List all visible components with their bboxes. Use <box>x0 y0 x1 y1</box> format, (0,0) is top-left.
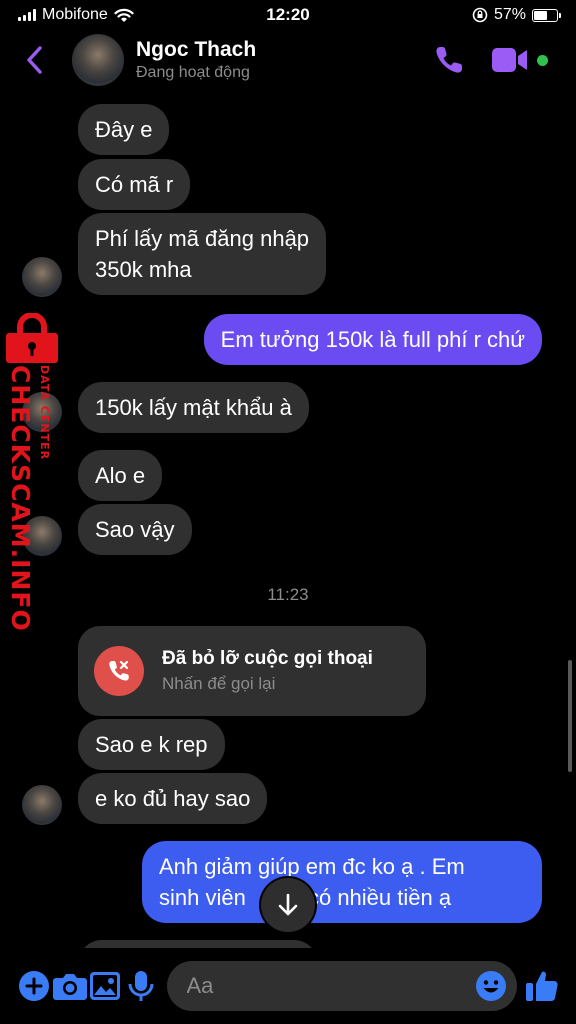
chevron-left-icon <box>27 46 42 74</box>
message-input-container[interactable] <box>166 961 517 1011</box>
message-incoming[interactable]: 150k lấy mật khẩu à <box>78 382 309 433</box>
image-icon <box>90 972 121 1000</box>
watermark: CHECKSCAM.INFO DATA CENTER <box>2 313 62 632</box>
message-line: Anh giảm giúp em đc ko ạ . Em <box>159 854 465 879</box>
message-incoming[interactable]: Sao e k rep <box>78 719 225 770</box>
header-actions <box>433 44 548 76</box>
message-outgoing[interactable]: Em tưởng 150k là full phí r chứ <box>203 314 542 365</box>
emoji-icon[interactable] <box>475 970 507 1002</box>
video-call-icon[interactable] <box>491 47 529 73</box>
composer <box>0 948 576 1024</box>
message-incoming[interactable]: Đây e <box>78 104 170 155</box>
message-fragment: sinh viên <box>159 885 246 910</box>
message-incoming[interactable]: e ko đủ hay sao <box>78 773 268 824</box>
missed-call-card[interactable]: Đã bỏ lỡ cuộc gọi thoại Nhấn để gọi lại <box>78 626 426 716</box>
phone-icon[interactable] <box>433 44 465 76</box>
carrier-label: Mobifone <box>42 6 108 23</box>
status-left: Mobifone <box>18 6 218 24</box>
contact-name: Ngoc Thach <box>136 38 257 61</box>
watermark-subtext: DATA CENTER <box>38 365 51 461</box>
online-indicator <box>537 54 548 66</box>
thumbs-up-icon <box>526 971 558 1001</box>
status-right: 57% <box>358 6 561 24</box>
message-incoming[interactable]: Phí lấy mã đăng nhập 350k mha <box>78 213 327 295</box>
camera-icon <box>52 974 87 1000</box>
chat-header: Ngoc Thach Đang hoạt động <box>0 30 576 90</box>
scrollbar[interactable] <box>568 660 572 772</box>
message-list[interactable]: Đây e Có mã r Phí lấy mã đăng nhập 350k … <box>0 90 576 950</box>
message-incoming[interactable]: Sao vậy <box>78 504 192 555</box>
sender-avatar <box>22 785 62 825</box>
message-line: Phí lấy mã đăng nhập <box>95 226 310 251</box>
watermark-text: CHECKSCAM.INFO <box>6 365 35 632</box>
message-fragment: có nhiều tiền ạ <box>307 885 452 910</box>
message-line: 350k mha <box>95 257 192 282</box>
signal-icon <box>18 9 36 21</box>
voice-button[interactable] <box>123 964 159 1008</box>
wifi-icon <box>114 8 134 22</box>
microphone-icon <box>128 971 154 1001</box>
status-bar: Mobifone 12:20 57% <box>0 0 576 30</box>
scroll-to-bottom-button[interactable] <box>261 878 315 932</box>
plus-circle-icon <box>18 971 49 1001</box>
back-button[interactable] <box>14 40 54 80</box>
contact-status: Đang hoạt động <box>136 64 250 81</box>
battery-icon <box>532 8 561 22</box>
arrow-down-icon <box>278 893 298 916</box>
camera-button[interactable] <box>52 964 88 1008</box>
contact-avatar[interactable] <box>72 34 124 86</box>
message-line: sinh viên có nhiều tiền ạ <box>159 882 525 913</box>
missed-call-title: Đã bỏ lỡ cuộc gọi thoại <box>162 648 373 669</box>
missed-call-subtitle: Nhấn để gọi lại <box>162 674 276 693</box>
contact-info[interactable]: Ngoc Thach Đang hoạt động <box>136 37 433 83</box>
message-outgoing[interactable]: Anh giảm giúp em đc ko ạ . Em sinh viên … <box>142 841 542 923</box>
message-incoming[interactable]: Alo e <box>78 450 163 501</box>
clock: 12:20 <box>266 5 310 24</box>
like-button[interactable] <box>525 964 561 1008</box>
lock-icon <box>6 313 58 363</box>
orientation-lock-icon <box>472 7 488 23</box>
message-timestamp: 11:23 <box>267 585 309 604</box>
gallery-button[interactable] <box>88 964 124 1008</box>
add-button[interactable] <box>16 964 52 1008</box>
sender-avatar <box>22 257 62 297</box>
missed-call-text: Đã bỏ lỡ cuộc gọi thoại Nhấn để gọi lại <box>162 646 373 696</box>
message-input[interactable] <box>186 973 475 999</box>
message-incoming[interactable]: Có mã r <box>78 159 191 210</box>
missed-call-icon <box>94 646 144 696</box>
battery-percent: 57% <box>493 6 526 23</box>
